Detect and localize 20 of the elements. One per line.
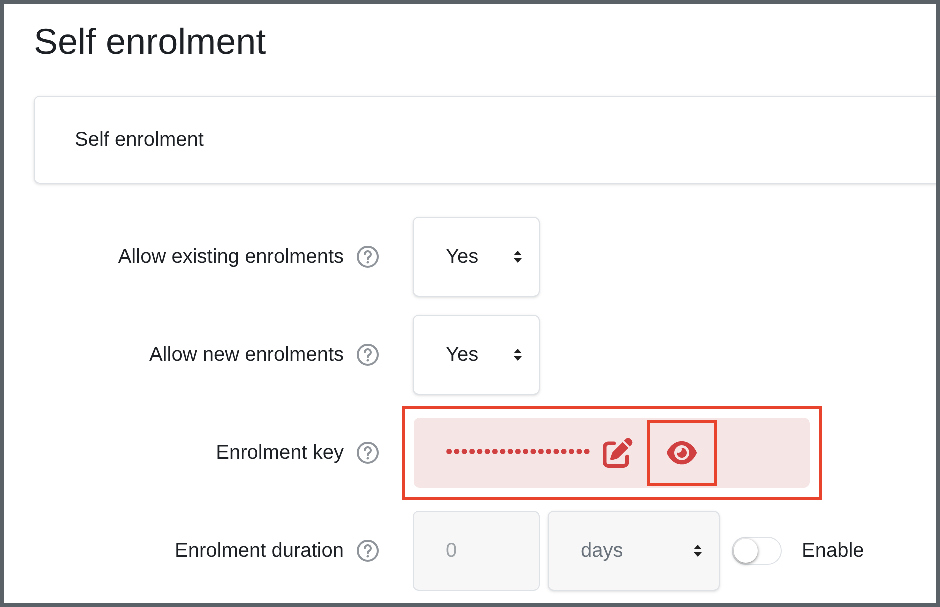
sort-arrows-icon: [513, 250, 523, 264]
sort-arrows-icon: [513, 348, 523, 362]
reveal-button[interactable]: [647, 420, 718, 486]
toggle-label: Enable: [802, 539, 864, 564]
field-label: Enrolment key: [216, 441, 344, 466]
help-icon[interactable]: [356, 245, 380, 269]
help-icon[interactable]: [356, 539, 380, 563]
field-label: Allow new enrolments: [149, 343, 344, 368]
field-label: Enrolment duration: [175, 539, 344, 564]
help-icon[interactable]: [356, 343, 380, 367]
select-field[interactable]: Yes: [413, 315, 540, 395]
field-label: Allow existing enrolments: [118, 245, 344, 270]
select-field[interactable]: Yes: [413, 217, 540, 297]
help-icon[interactable]: [356, 441, 380, 465]
password-value: •••••••••••••••••••: [446, 440, 592, 465]
page-heading: Self enrolment: [34, 20, 268, 64]
password-field[interactable]: •••••••••••••••••••: [414, 418, 810, 488]
sort-arrows-icon: [693, 544, 703, 558]
section-title: Self enrolment: [75, 128, 204, 153]
edit-icon[interactable]: [603, 438, 634, 468]
